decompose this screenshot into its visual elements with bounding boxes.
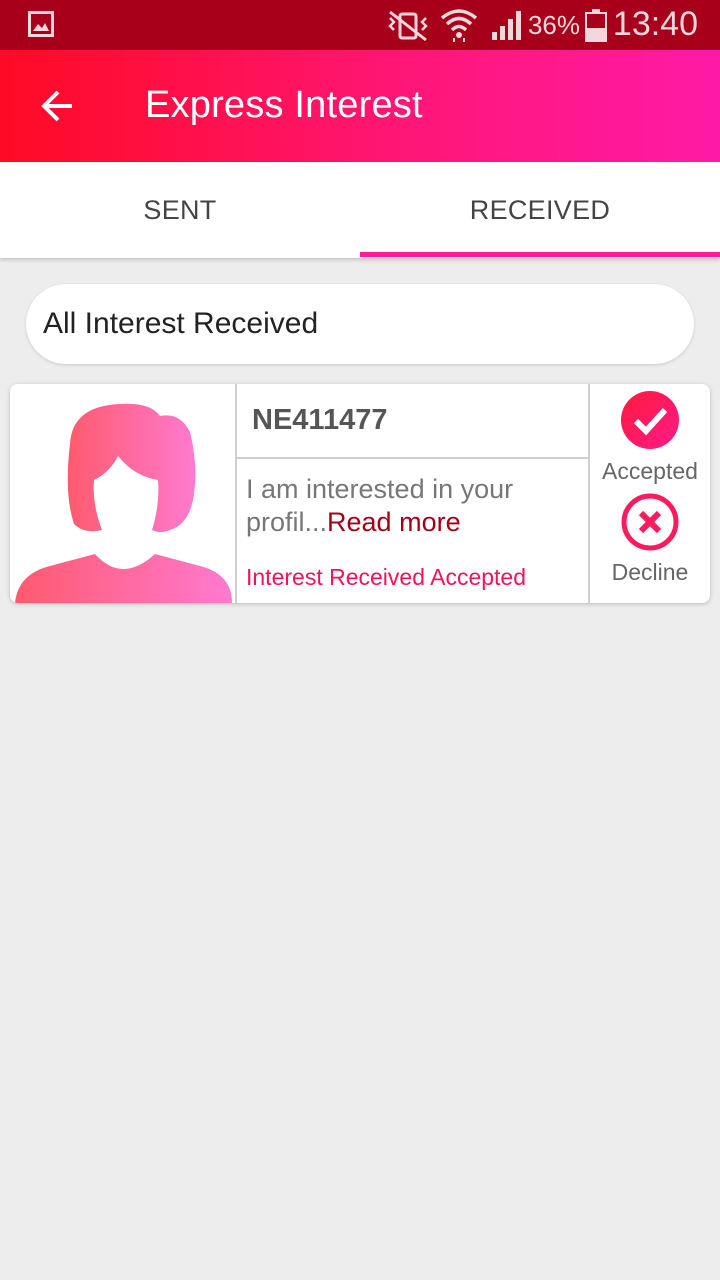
interest-status: Interest Received Accepted	[246, 564, 526, 590]
tab-sent[interactable]: SENT	[0, 162, 360, 258]
check-circle-icon	[621, 391, 679, 449]
interest-filter-dropdown[interactable]: All Interest Received	[26, 284, 694, 364]
divider	[235, 384, 237, 603]
tab-sent-label: SENT	[143, 194, 217, 225]
wifi-icon	[440, 9, 478, 42]
tab-bar: SENT RECEIVED	[0, 162, 720, 258]
avatar-placeholder-female-icon	[10, 384, 235, 603]
tab-received[interactable]: RECEIVED	[360, 162, 720, 258]
read-more-link[interactable]: Read more	[327, 507, 461, 537]
divider	[237, 457, 588, 459]
tab-received-label: RECEIVED	[469, 194, 611, 225]
profile-id[interactable]: NE411477	[252, 404, 387, 437]
decline-label: Decline	[611, 559, 689, 585]
arrow-left-icon[interactable]	[38, 86, 78, 126]
vibrate-mute-icon	[388, 10, 428, 42]
battery-icon	[585, 9, 607, 42]
battery-percentage: 36%	[527, 10, 580, 40]
filter-selected-value: All Interest Received	[43, 307, 319, 340]
interest-message: I am interested in your profil...Read mo…	[246, 473, 576, 539]
interest-card[interactable]: NE411477 I am interested in your profil.…	[10, 384, 710, 603]
status-bar: 36% 13:40	[0, 0, 720, 50]
signal-icon	[492, 11, 521, 40]
accepted-label: Accepted	[602, 458, 698, 484]
page-title: Express Interest	[145, 84, 423, 126]
tab-indicator	[360, 252, 720, 257]
gallery-icon	[28, 11, 54, 37]
app-bar: Express Interest	[0, 50, 720, 162]
clock: 13:40	[612, 5, 698, 43]
close-circle-icon	[621, 493, 679, 551]
